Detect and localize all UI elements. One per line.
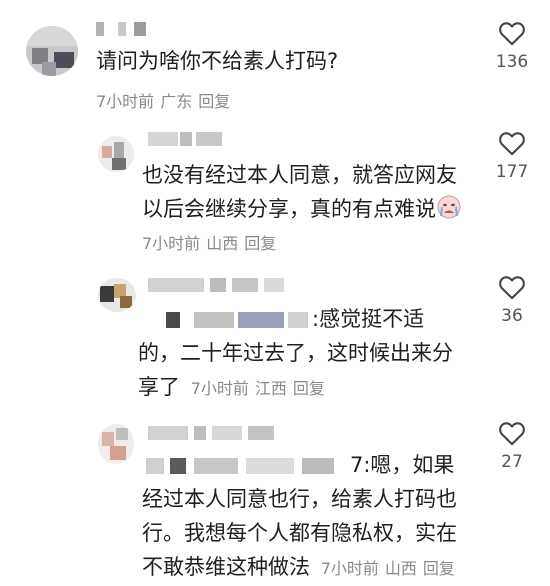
- reply-button[interactable]: 回复: [198, 92, 230, 111]
- reply-button[interactable]: 回复: [293, 379, 325, 398]
- reply-button[interactable]: 回复: [244, 234, 276, 253]
- comment-item: 7:嗯，如果 经过本人同意也行，给素人打码也 行。我想每个人都有隐私权，实在 不…: [0, 414, 550, 582]
- comment-text-line: :感觉挺不适: [312, 307, 425, 331]
- like-button[interactable]: 136: [492, 20, 532, 72]
- like-button[interactable]: 177: [492, 130, 532, 182]
- like-count: 177: [495, 162, 529, 182]
- comment-text-line: 以后会继续分享，真的有点难说: [142, 197, 436, 221]
- mention-blurred[interactable]: [142, 310, 312, 330]
- comment-location: 江西: [254, 379, 287, 398]
- comment-text-line: 经过本人同意也行，给素人打码也: [142, 487, 457, 511]
- comment-time: 7小时前: [96, 92, 155, 111]
- crying-face-emoji: [437, 195, 461, 219]
- username-blurred[interactable]: [96, 22, 156, 36]
- avatar[interactable]: [26, 26, 78, 76]
- comment-text-line: 也没有经过本人同意，就答应网友: [142, 163, 457, 187]
- like-button[interactable]: 27: [492, 420, 532, 472]
- comment-text: 请问为啥你不给素人打码?: [96, 49, 339, 73]
- comment-item: 也没有经过本人同意，就答应网友 以后会继续分享，真的有点难说 7小时前 山西 回复 …: [0, 120, 550, 260]
- heart-outline-icon: [499, 22, 525, 46]
- like-button[interactable]: 36: [492, 274, 532, 326]
- comment-text-line: 享了: [138, 375, 180, 399]
- comment-text-line: 行。我想每个人都有隐私权，实在: [142, 521, 457, 545]
- comment-item: :感觉挺不适 的，二十年过去了，这时候出来分 享了 7小时前 江西 回复 36: [0, 262, 550, 412]
- avatar[interactable]: [98, 424, 134, 464]
- like-count: 136: [495, 52, 529, 72]
- comment-text-line: 7:嗯，如果: [350, 453, 455, 477]
- heart-outline-icon: [499, 422, 525, 446]
- username-blurred[interactable]: [148, 426, 288, 440]
- comment-location: 山西: [384, 559, 417, 578]
- mention-blurred[interactable]: [142, 456, 350, 476]
- avatar[interactable]: [98, 136, 134, 172]
- heart-outline-icon: [499, 132, 525, 156]
- like-count: 27: [501, 452, 523, 472]
- comment-location: 广东: [160, 92, 193, 111]
- username-blurred[interactable]: [148, 132, 228, 146]
- comment-text-line: 不敢恭维这种做法: [142, 555, 310, 579]
- reply-button[interactable]: 回复: [423, 559, 455, 578]
- comment-item: 请问为啥你不给素人打码? 7小时前 广东 回复 136: [0, 0, 550, 120]
- avatar[interactable]: [98, 278, 136, 312]
- comment-time: 7小时前: [142, 234, 201, 253]
- comment-text-line: 的，二十年过去了，这时候出来分: [138, 341, 453, 365]
- comment-location: 山西: [206, 234, 239, 253]
- like-count: 36: [501, 306, 523, 326]
- comment-time: 7小时前: [190, 379, 249, 398]
- heart-outline-icon: [499, 276, 525, 300]
- comment-time: 7小时前: [320, 559, 379, 578]
- username-blurred[interactable]: [148, 278, 298, 292]
